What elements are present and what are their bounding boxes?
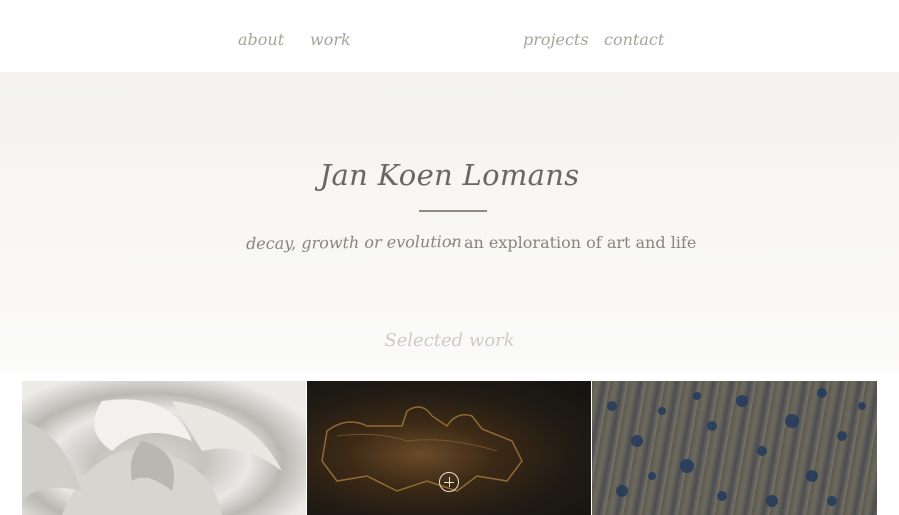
textured-painting-image (607, 388, 866, 507)
zoom-plus-icon[interactable] (439, 472, 459, 492)
tagline-part2: an exploration of art and life (464, 233, 697, 252)
gallery-tile-dark-painting[interactable] (307, 381, 591, 515)
top-navigation: about work projects contact (0, 0, 899, 72)
nav-item-work[interactable]: work (310, 30, 351, 49)
gallery-tile-textured-painting[interactable] (592, 381, 877, 515)
paper-sculpture-image (22, 399, 282, 515)
work-gallery (22, 381, 877, 515)
nav-item-contact[interactable]: contact (604, 30, 664, 49)
tagline-separator: - (449, 233, 455, 252)
tagline-part1: decay, growth or evolution (245, 231, 462, 254)
selected-work-heading: Selected work (384, 330, 515, 351)
nav-item-about[interactable]: about (238, 30, 284, 49)
hero-section: Jan Koen Lomans decay, growth or evoluti… (0, 72, 899, 372)
page-title: Jan Koen Lomans (319, 158, 580, 192)
gallery-tile-paper-sculpture[interactable] (22, 381, 306, 515)
title-divider (419, 210, 487, 212)
nav-item-projects[interactable]: projects (523, 30, 589, 49)
camel-painting-image (321, 406, 523, 492)
